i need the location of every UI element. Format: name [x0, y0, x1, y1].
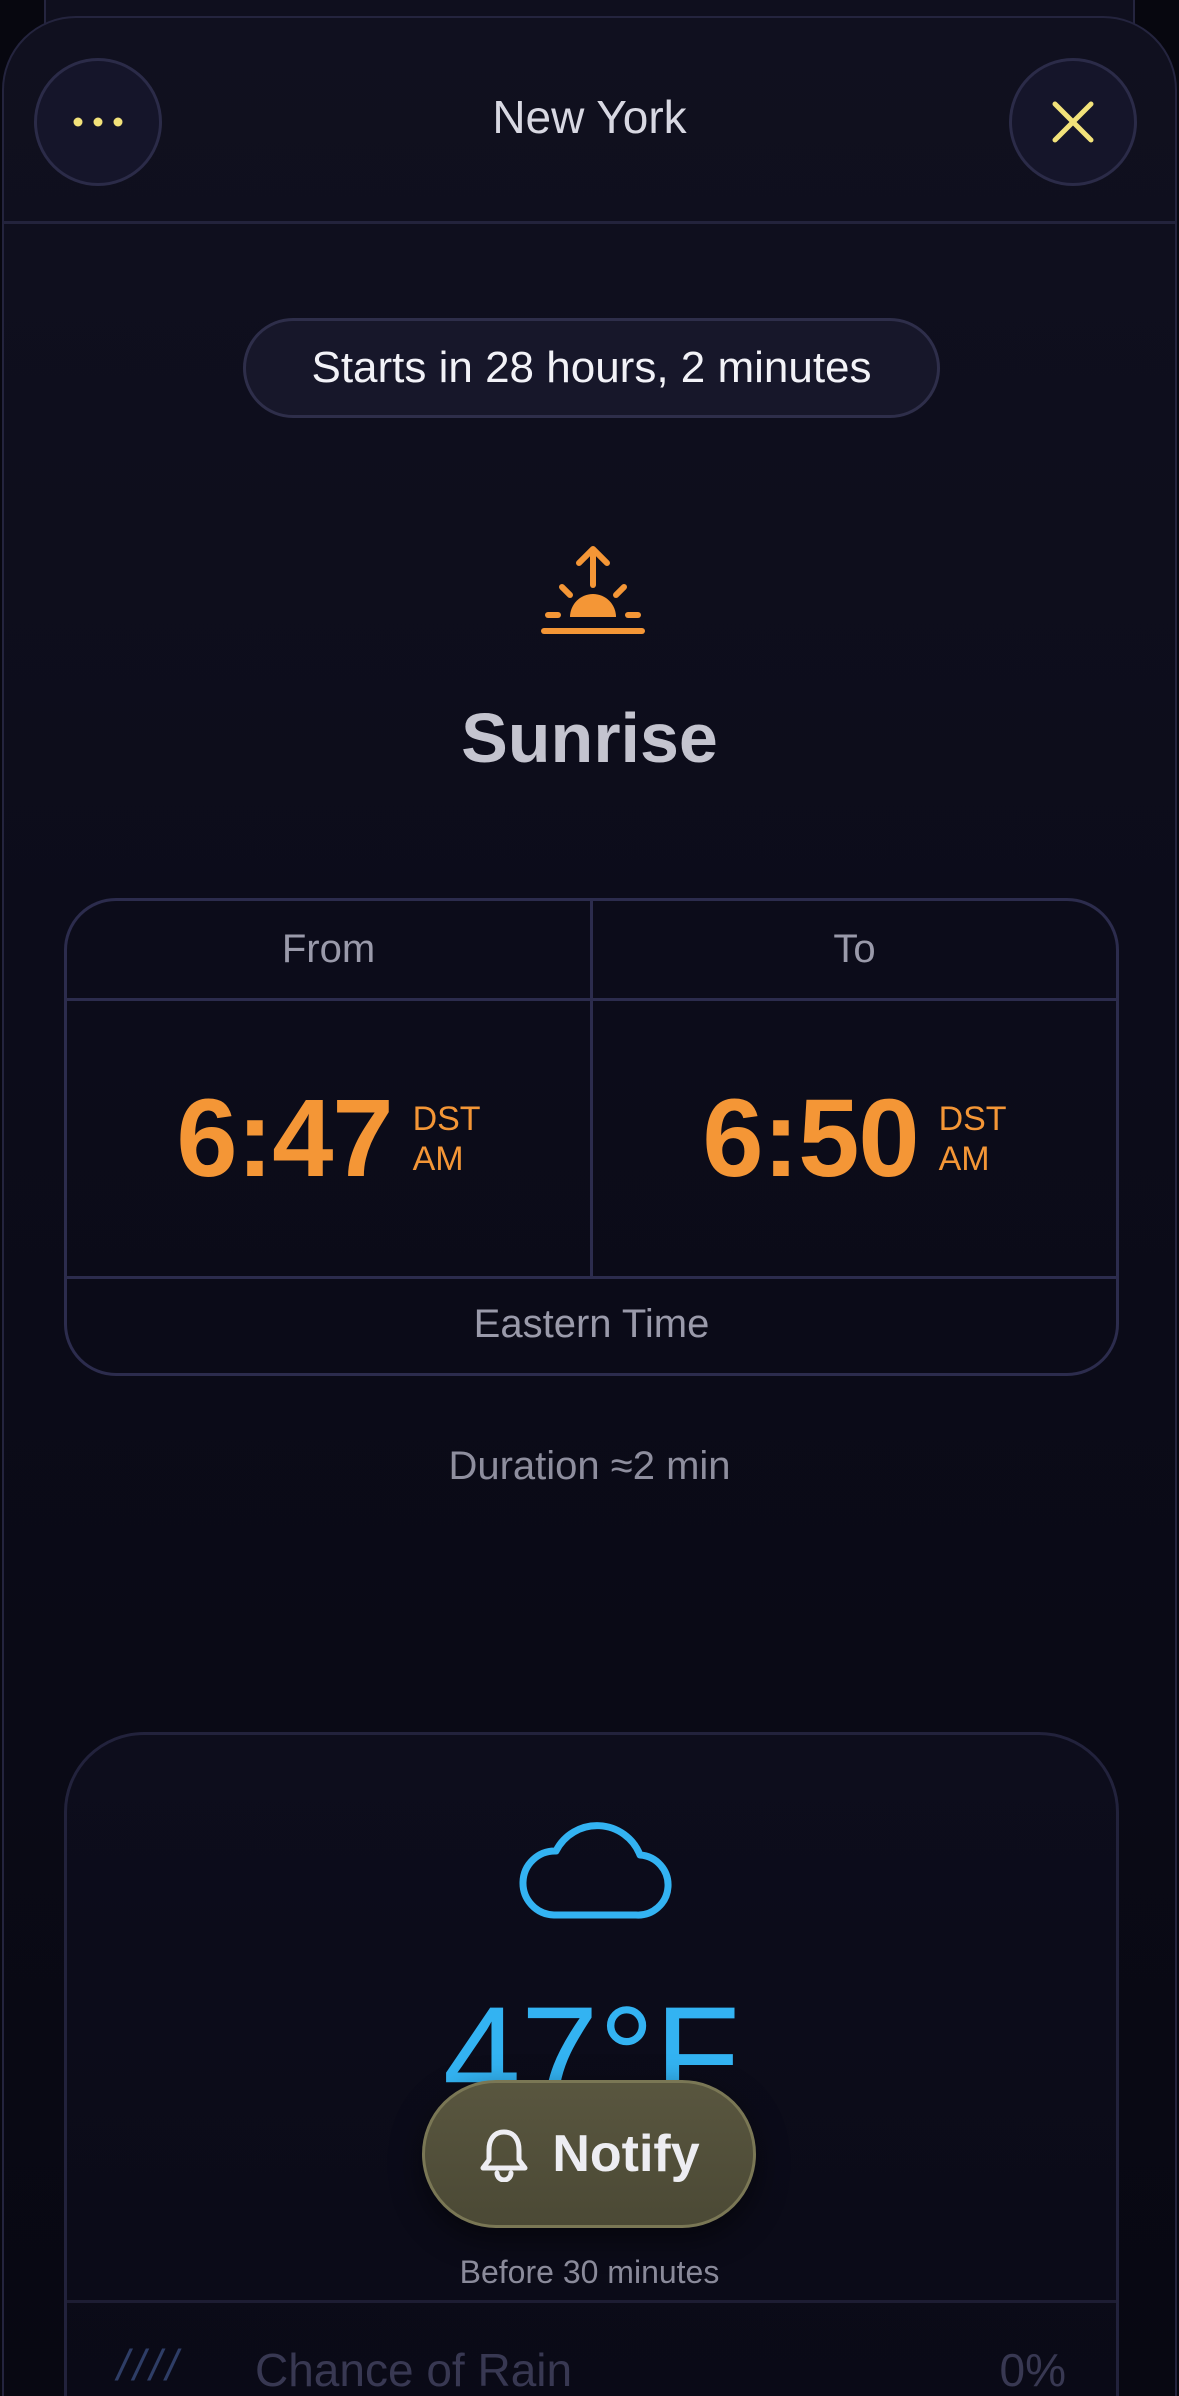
- sheet-header: New York: [4, 18, 1175, 224]
- timezone-label: Eastern Time: [473, 1302, 710, 1346]
- notify-subtitle: Before 30 minutes: [459, 2254, 720, 2290]
- from-label: From: [281, 927, 376, 971]
- event-sheet: New York Starts in 28 hours, 2 minutes S…: [2, 16, 1177, 2396]
- to-ampm: AM: [938, 1139, 990, 1178]
- duration-text: Duration ≈2 min: [448, 1444, 731, 1488]
- rain-row: //// Chance of Rain 0%: [67, 2300, 1116, 2396]
- rain-icon: ////: [117, 2341, 182, 2390]
- to-zone: DST: [938, 1099, 1007, 1138]
- time-table-body: 6:47 DST AM 6:50 DST AM: [67, 1001, 1116, 1279]
- time-table-header: From To: [67, 901, 1116, 1001]
- cloud-icon: [519, 1822, 672, 1919]
- bell-icon: [480, 2129, 528, 2182]
- to-label: To: [833, 927, 876, 971]
- to-time: 6:50: [702, 1077, 919, 1200]
- screen: New York Starts in 28 hours, 2 minutes S…: [0, 0, 1179, 2396]
- from-zone: DST: [412, 1099, 481, 1138]
- rain-value: 0%: [999, 2344, 1066, 2396]
- to-time-cell: 6:50 DST AM: [590, 1001, 1116, 1276]
- rain-label: Chance of Rain: [255, 2344, 573, 2396]
- from-time-cell: 6:47 DST AM: [67, 1001, 590, 1276]
- from-time: 6:47: [176, 1077, 393, 1200]
- close-icon: [1052, 101, 1094, 143]
- close-button[interactable]: [1009, 58, 1137, 186]
- sunrise-icon: [541, 546, 645, 634]
- event-title: Sunrise: [461, 699, 718, 777]
- time-table: From To 6:47 DST AM 6:50 DST AM Eastern …: [64, 898, 1119, 1376]
- page-title: New York: [492, 91, 687, 143]
- notify-label: Notify: [552, 2125, 700, 2183]
- weather-card: 47°F //// Chance of Rain 0%: [64, 1732, 1119, 2396]
- notify-button[interactable]: Notify: [422, 2080, 756, 2228]
- countdown-badge: Starts in 28 hours, 2 minutes: [243, 318, 940, 418]
- from-ampm: AM: [412, 1139, 464, 1178]
